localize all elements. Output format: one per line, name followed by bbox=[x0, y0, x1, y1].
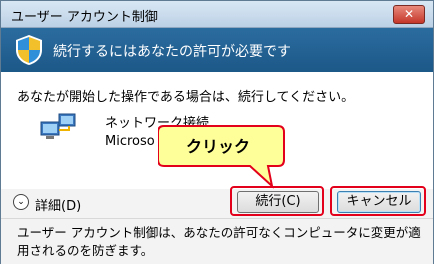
chevron-down-icon[interactable]: ⌄ bbox=[13, 194, 29, 210]
cancel-highlight bbox=[330, 186, 426, 216]
details-toggle[interactable]: 詳細(D) bbox=[35, 195, 81, 214]
footer-text: ユーザー アカウント制御は、あなたの許可なくコンピュータに変更が適用されるのを防… bbox=[17, 225, 421, 258]
intro-text: あなたが開始した操作である場合は、続行してください。 bbox=[17, 90, 355, 105]
callout-text: クリック bbox=[186, 137, 251, 156]
title-bar: ユーザー アカウント制御 ✕ bbox=[1, 1, 433, 28]
program-publisher: Microso bbox=[105, 134, 155, 149]
footer: ユーザー アカウント制御は、あなたの許可なくコンピュータに変更が適用されるのを防… bbox=[1, 218, 433, 264]
network-connections-icon bbox=[40, 113, 76, 139]
shield-icon bbox=[16, 35, 42, 65]
close-button[interactable]: ✕ bbox=[393, 5, 425, 24]
warning-banner: 続行するにはあなたの許可が必要です bbox=[1, 28, 433, 72]
banner-message: 続行するにはあなたの許可が必要です bbox=[53, 44, 291, 60]
window-title: ユーザー アカウント制御 bbox=[11, 10, 158, 25]
